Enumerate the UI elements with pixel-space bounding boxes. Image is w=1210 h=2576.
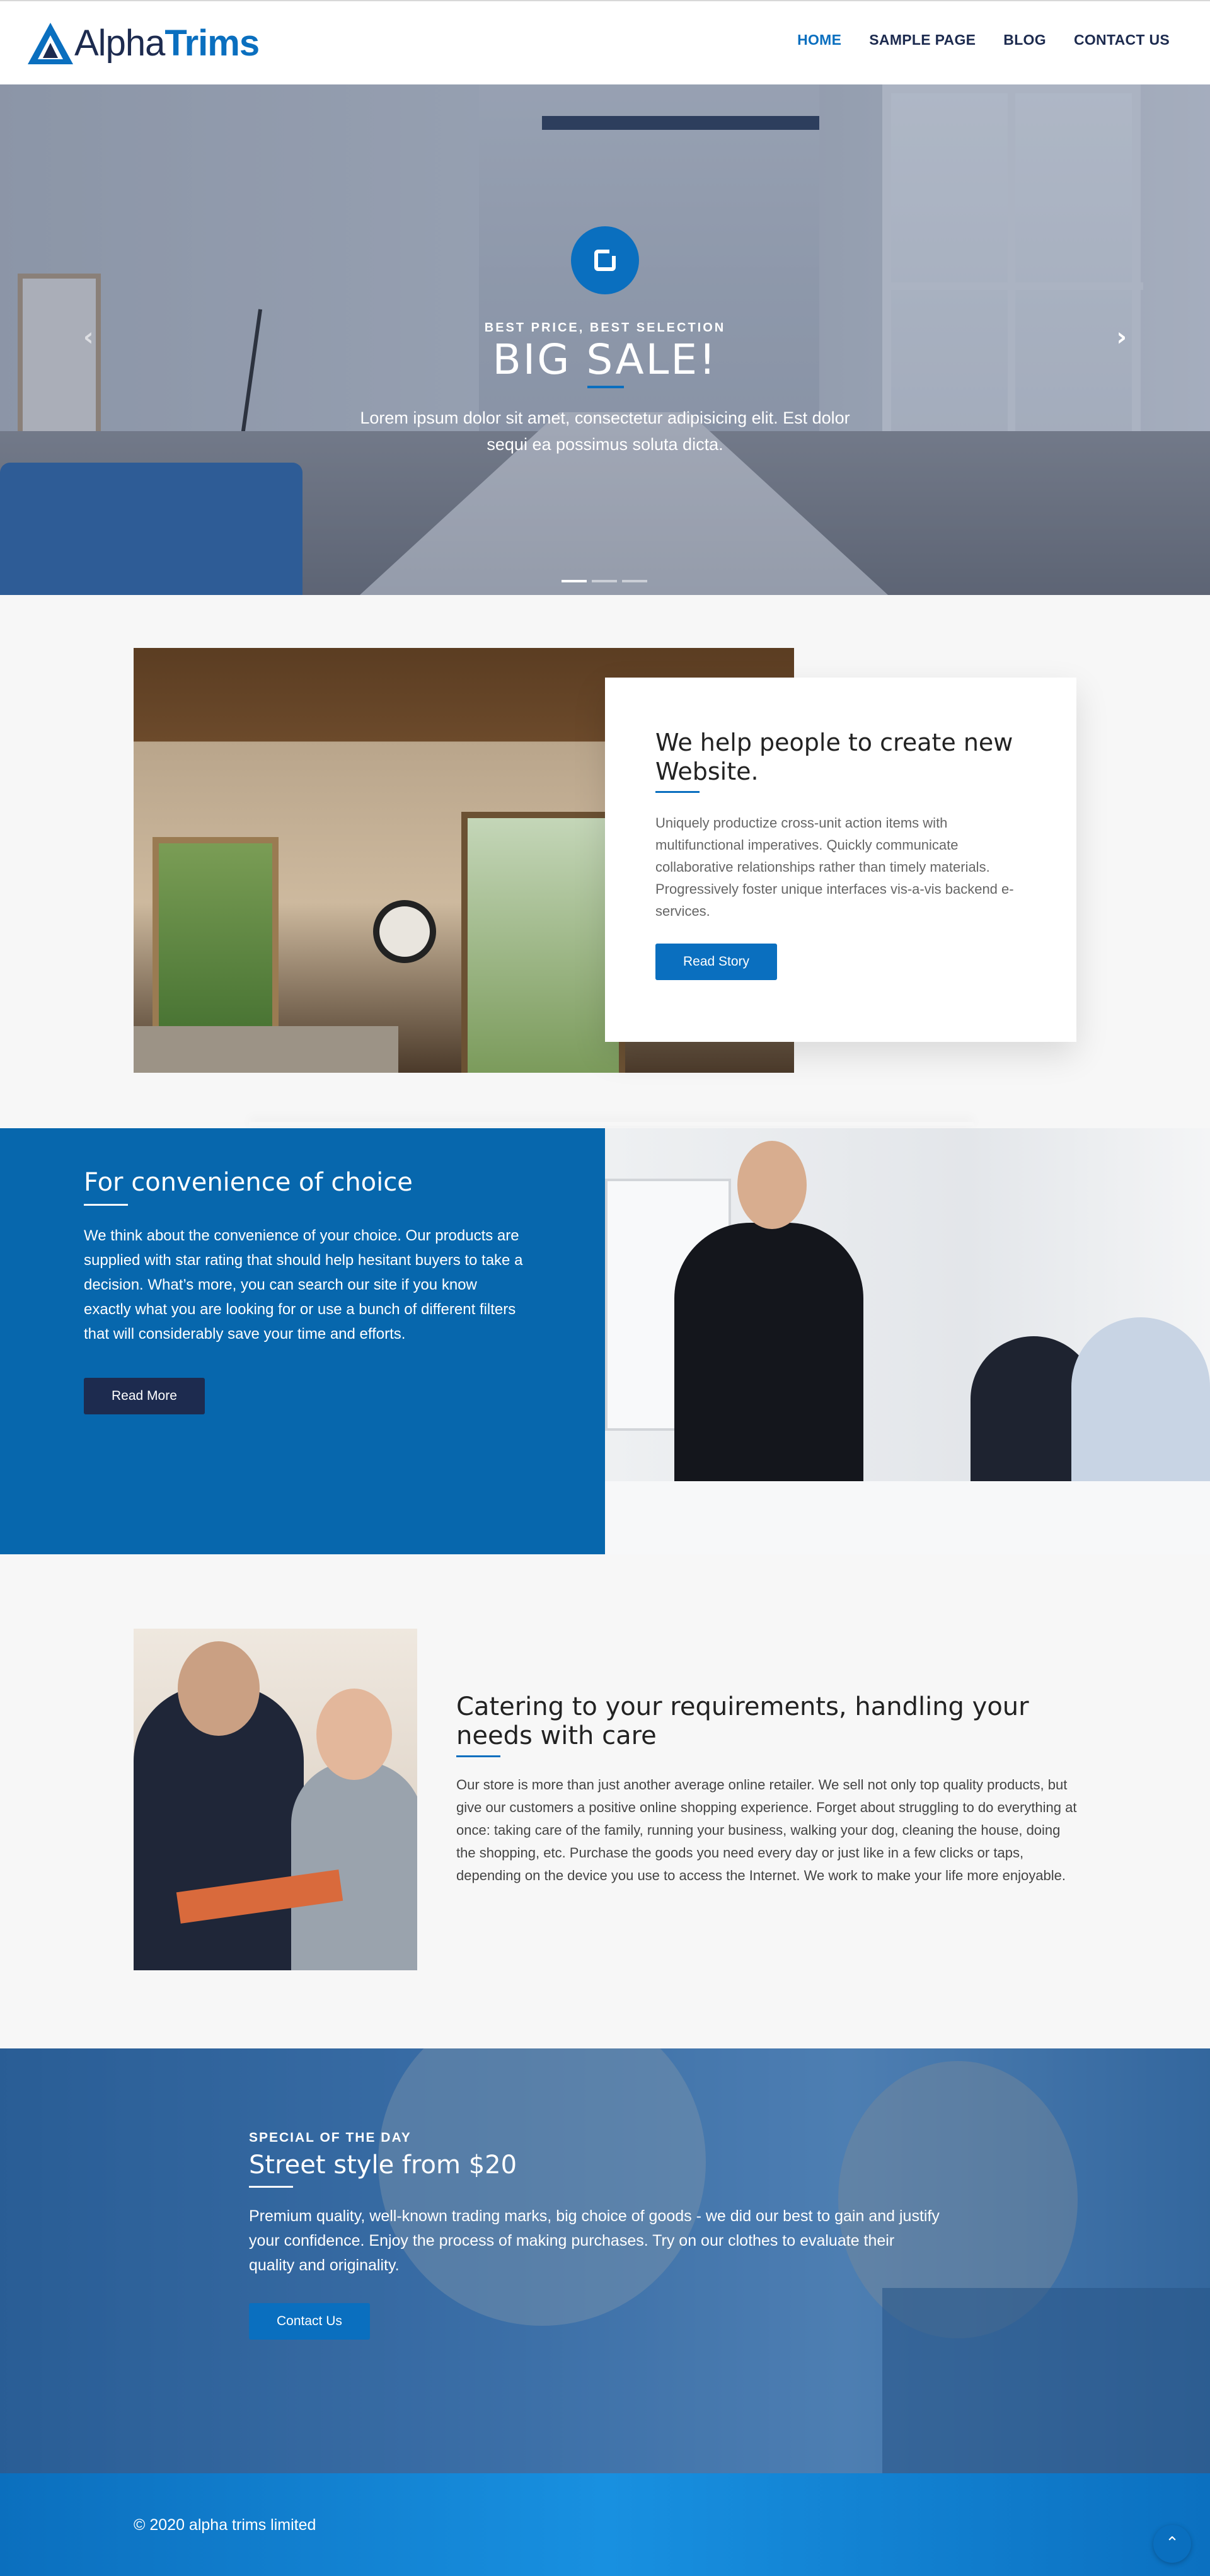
meeting-image-presenter-head [737, 1141, 807, 1229]
site-logo[interactable]: AlphaTrims [26, 20, 260, 67]
hero-slider: BEST PRICE, BEST SELECTION BIG SALE! Lor… [0, 84, 1210, 595]
meeting-image-table [605, 1481, 1210, 1554]
hero-title-underline [587, 386, 624, 388]
hero-emblem-icon [571, 226, 639, 294]
catering-image-woman-head [316, 1689, 392, 1780]
story-title: We help people to create new Website. [655, 729, 1013, 785]
story-title-underline [655, 791, 700, 793]
catering-image-man-head [178, 1641, 260, 1736]
story-card: We help people to create new Website. Un… [605, 678, 1076, 1042]
story-image-sofa [134, 1026, 398, 1073]
slider-dot-2[interactable] [592, 580, 617, 582]
logo-wordmark-trims: Trims [164, 23, 260, 64]
catering-text-block: Catering to your requirements, handling … [456, 1692, 1080, 1887]
special-text: Premium quality, well-known trading mark… [249, 2207, 940, 2274]
site-header: AlphaTrims HOME SAMPLE PAGE BLOG CONTACT… [0, 1, 1210, 84]
nav-contact-us[interactable]: CONTACT US [1074, 32, 1170, 49]
hero-kicker: BEST PRICE, BEST SELECTION [484, 321, 726, 335]
section-divider-shadow [249, 1122, 974, 1126]
meeting-image [605, 1128, 1210, 1554]
story-image-clock [373, 900, 436, 963]
special-title-underline [249, 2186, 293, 2188]
catering-text: Our store is more than just another aver… [456, 1777, 1077, 1883]
read-story-button[interactable]: Read Story [655, 944, 778, 980]
slider-dot-3[interactable] [622, 580, 647, 582]
copyright-text: © 2020 alpha trims limited [134, 2516, 316, 2534]
site-footer: © 2020 alpha trims limited [0, 2473, 1210, 2576]
contact-us-button[interactable]: Contact Us [249, 2303, 370, 2340]
double-chevron-up-icon[interactable]: ⌃ [1153, 2525, 1191, 2563]
slider-dots [562, 580, 647, 582]
story-text: Uniquely productize cross-unit action it… [655, 815, 1014, 919]
main-nav: HOME SAMPLE PAGE BLOG CONTACT US [797, 32, 1170, 49]
hero-title: BIG SALE! [492, 335, 718, 384]
catering-image [134, 1629, 417, 1970]
story-image-window [461, 812, 625, 1073]
catering-title: Catering to your requirements, handling … [456, 1692, 1029, 1750]
convenience-panel: For convenience of choice We think about… [0, 1128, 605, 1554]
logo-wordmark-alpha: Alpha [74, 23, 165, 64]
hero-text: Lorem ipsum dolor sit amet, consectetur … [360, 408, 850, 454]
slider-dot-1[interactable] [562, 580, 587, 582]
nav-blog[interactable]: BLOG [1003, 32, 1046, 49]
special-content: SPECIAL OF THE DAY Street style from $20… [249, 2130, 942, 2340]
chevron-right-icon[interactable]: › [1117, 323, 1127, 352]
convenience-title: For convenience of choice [84, 1168, 413, 1197]
nav-sample-page[interactable]: SAMPLE PAGE [869, 32, 976, 49]
read-more-button[interactable]: Read More [84, 1378, 205, 1414]
logo-triangle-icon [28, 23, 73, 64]
catering-title-underline [456, 1755, 500, 1757]
catering-image-woman [291, 1761, 417, 1970]
special-of-the-day: SPECIAL OF THE DAY Street style from $20… [0, 2048, 1210, 2473]
nav-home[interactable]: HOME [797, 32, 841, 49]
convenience-text: We think about the convenience of your c… [84, 1227, 523, 1343]
chevron-left-icon[interactable]: ‹ [83, 323, 93, 352]
special-title: Street style from $20 [249, 2151, 517, 2180]
convenience-title-underline [84, 1204, 128, 1206]
logo-wordmark: AlphaTrims [74, 23, 260, 64]
special-kicker: SPECIAL OF THE DAY [249, 2130, 412, 2145]
